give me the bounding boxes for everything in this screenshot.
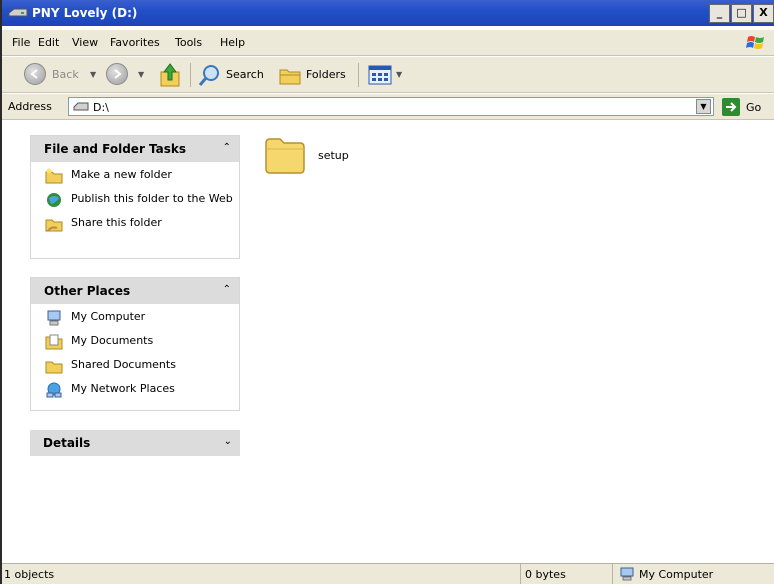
my-computer-icon	[47, 310, 61, 326]
explorer-window: PNY Lovely (D:) _ □ X File Edit View Fav…	[0, 0, 774, 584]
place-label: My Computer	[71, 310, 146, 323]
place-label: Shared Documents	[71, 358, 176, 371]
pane-title: Other Places	[44, 284, 131, 298]
place-network-places[interactable]: My Network Places	[31, 382, 239, 402]
status-object-count: 1 objects	[4, 568, 55, 581]
share-folder-icon	[45, 219, 63, 232]
content-area: File and Folder Tasks ⌃ Make a new folde…	[2, 121, 774, 563]
folder-icon[interactable]	[264, 135, 306, 175]
back-label[interactable]: Back	[52, 68, 79, 81]
title-bar[interactable]: PNY Lovely (D:) _ □ X	[2, 0, 774, 26]
views-icon[interactable]	[368, 65, 392, 85]
status-size-segment: 0 bytes	[520, 564, 612, 584]
address-value: D:\	[93, 101, 109, 114]
back-dropdown-icon[interactable]: ▼	[90, 70, 96, 79]
address-bar: Address D:\ ▼ Go	[2, 94, 774, 120]
task-label: Make a new folder	[71, 168, 172, 181]
place-my-documents[interactable]: My Documents	[31, 334, 239, 354]
menu-bar: File Edit View Favorites Tools Help	[2, 30, 774, 56]
close-button[interactable]: X	[753, 4, 774, 23]
place-shared-documents[interactable]: Shared Documents	[31, 358, 239, 378]
expand-chevron-icon[interactable]: ⌄	[224, 436, 232, 447]
windows-logo-icon	[746, 36, 764, 49]
toolbar: Back ▼ ▼ Search Folders ▼	[2, 57, 774, 93]
forward-dropdown-icon[interactable]: ▼	[138, 70, 144, 79]
go-arrow-icon[interactable]	[722, 98, 740, 116]
task-label: Share this folder	[71, 216, 162, 229]
place-my-computer[interactable]: My Computer	[31, 310, 239, 330]
pane-title: Details	[43, 436, 91, 450]
task-publish-web[interactable]: Publish this folder to the Web	[31, 192, 239, 212]
status-size: 0 bytes	[525, 568, 566, 581]
menu-favorites[interactable]: Favorites	[110, 36, 160, 49]
other-places-pane: Other Places ⌃ My Computer My Documents …	[30, 277, 240, 411]
collapse-chevron-icon[interactable]: ⌃	[223, 284, 231, 295]
file-folder-tasks-pane: File and Folder Tasks ⌃ Make a new folde…	[30, 135, 240, 259]
menu-tools[interactable]: Tools	[175, 36, 202, 49]
minimize-button[interactable]: _	[709, 4, 730, 23]
pane-header[interactable]: Other Places ⌃	[31, 278, 239, 304]
search-label[interactable]: Search	[226, 68, 264, 81]
up-folder-icon[interactable]	[158, 62, 182, 88]
pane-title: File and Folder Tasks	[44, 142, 187, 156]
drive-icon	[8, 8, 28, 17]
collapse-chevron-icon[interactable]: ⌃	[223, 142, 231, 153]
menu-view[interactable]: View	[72, 36, 98, 49]
views-dropdown-icon[interactable]: ▼	[396, 70, 402, 79]
go-button[interactable]: Go	[746, 101, 761, 114]
pane-header[interactable]: File and Folder Tasks ⌃	[31, 136, 239, 162]
folders-icon[interactable]	[278, 64, 302, 86]
file-name[interactable]: setup	[318, 149, 349, 162]
address-dropdown-icon[interactable]: ▼	[696, 99, 711, 114]
toolbar-separator	[190, 63, 191, 87]
status-location-segment: My Computer	[612, 564, 774, 584]
shared-documents-icon	[45, 361, 63, 374]
maximize-button[interactable]: □	[731, 4, 752, 23]
status-bar: 1 objects 0 bytes My Computer	[2, 563, 774, 584]
search-icon[interactable]	[198, 63, 222, 87]
publish-web-icon	[47, 193, 61, 207]
back-icon[interactable]	[24, 63, 46, 85]
menu-help[interactable]: Help	[220, 36, 245, 49]
status-location: My Computer	[639, 568, 714, 581]
menu-edit[interactable]: Edit	[38, 36, 59, 49]
toolbar-separator	[358, 63, 359, 87]
forward-icon[interactable]	[106, 63, 128, 85]
place-label: My Network Places	[71, 382, 175, 395]
details-pane: Details ⌄	[30, 430, 240, 456]
new-folder-icon	[45, 168, 63, 184]
address-label: Address	[8, 100, 52, 113]
folders-label[interactable]: Folders	[306, 68, 346, 81]
task-label: Publish this folder to the Web	[71, 192, 233, 205]
network-places-icon	[46, 382, 62, 398]
window-controls: _ □ X	[709, 4, 774, 23]
my-documents-icon	[45, 334, 63, 350]
menu-file[interactable]: File	[12, 36, 30, 49]
drive-icon	[73, 102, 89, 111]
my-computer-icon	[620, 567, 634, 581]
place-label: My Documents	[71, 334, 154, 347]
task-make-new-folder[interactable]: Make a new folder	[31, 168, 239, 188]
task-share-folder[interactable]: Share this folder	[31, 216, 239, 236]
window-title: PNY Lovely (D:)	[32, 6, 138, 20]
pane-header[interactable]: Details ⌄	[30, 430, 240, 456]
address-input[interactable]: D:\ ▼	[68, 97, 714, 116]
